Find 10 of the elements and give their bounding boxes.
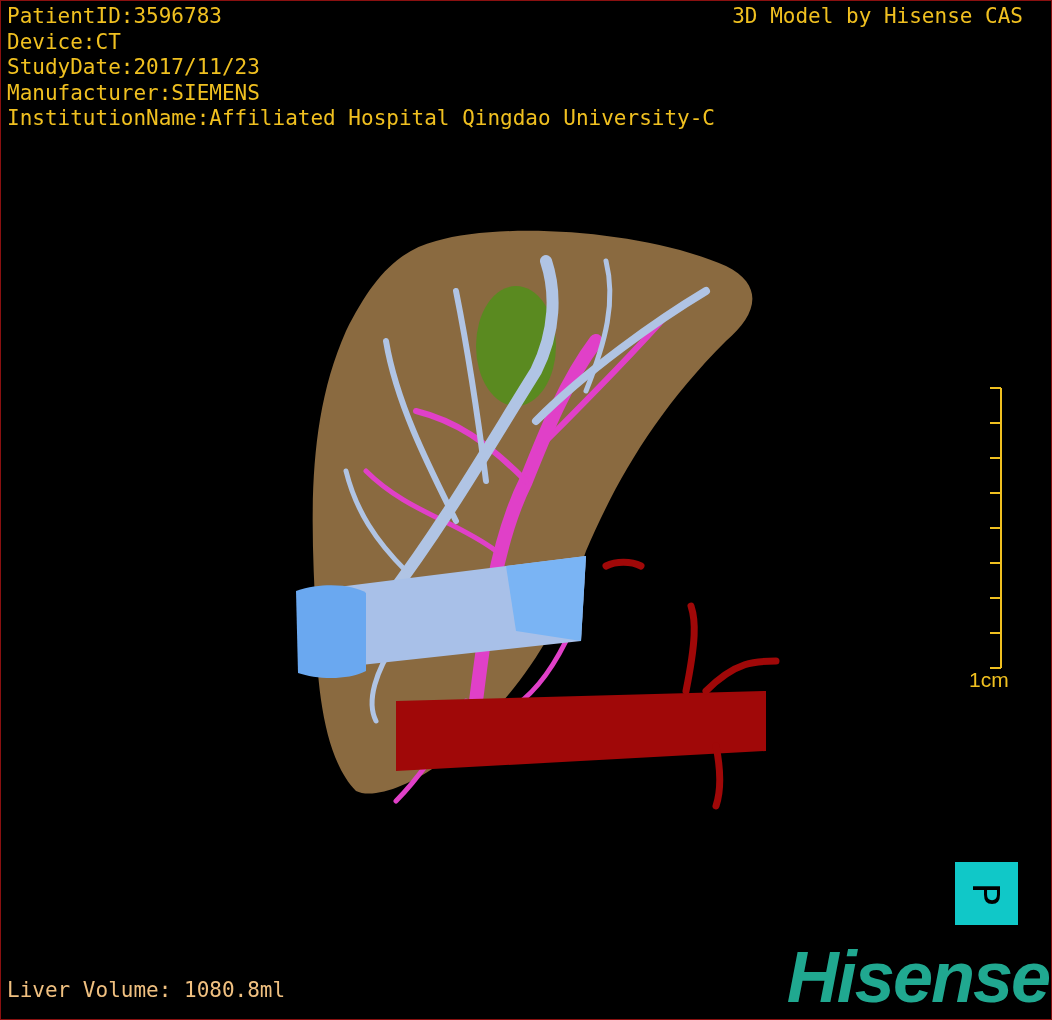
info-text: InstitutionName:Affiliated Hospital Qingdao University-C — [7, 106, 715, 132]
info-text: Device:CT — [7, 29, 122, 55]
info-text: PatientID:3596783 — [7, 4, 223, 30]
info-text: StudyDate:2017/11/23 — [7, 55, 261, 81]
orientation-marker[interactable]: P — [955, 862, 1018, 925]
scale-label: 1cm — [969, 668, 1009, 692]
caption-text: 3D Model by Hisense CAS — [732, 4, 1023, 29]
liver-volume-text: Liver Volume: 1080.8ml — [7, 978, 286, 1002]
logo: Hisense — [786, 941, 1049, 1013]
info-text: Manufacturer:SIEMENS — [7, 80, 261, 106]
